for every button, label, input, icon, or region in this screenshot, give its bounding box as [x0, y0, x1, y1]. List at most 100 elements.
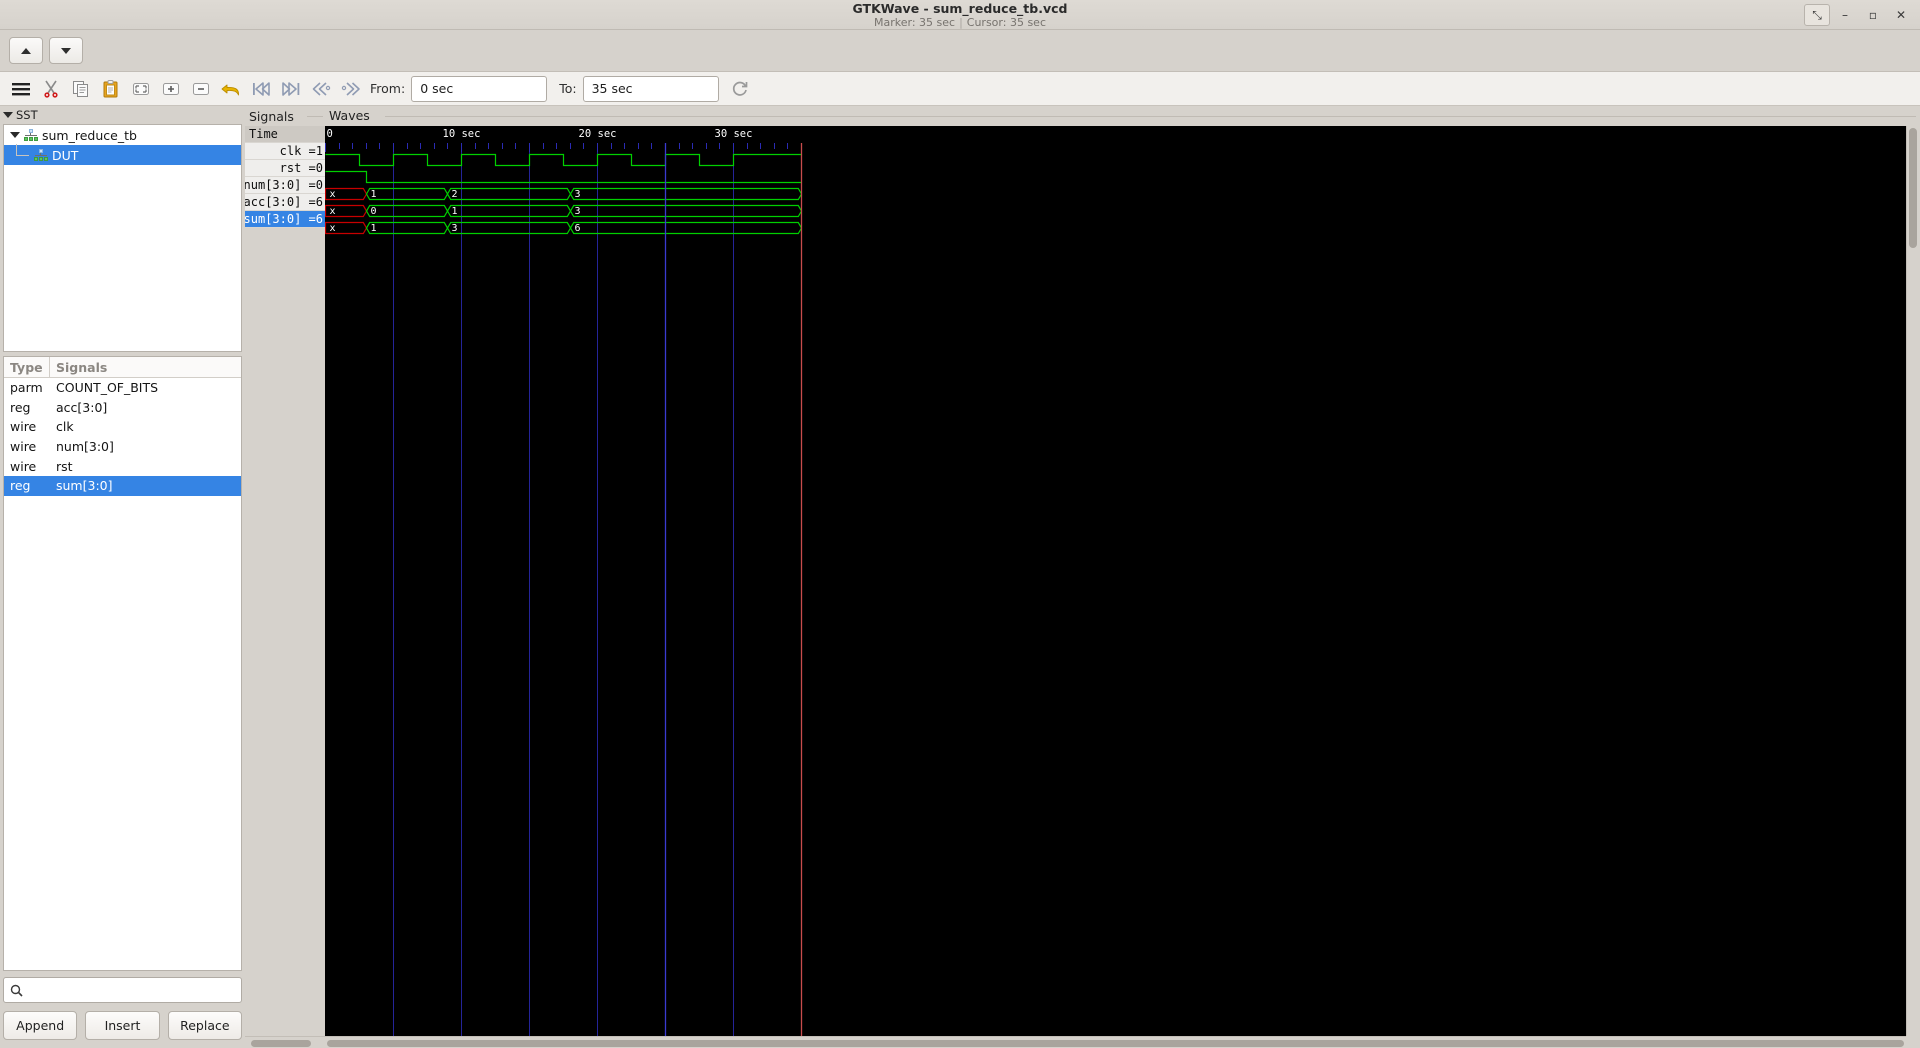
marker-cursor-status: Marker: 35 sec | Cursor: 35 sec — [874, 16, 1046, 29]
svg-text:3: 3 — [452, 223, 458, 234]
scroll-up-button[interactable] — [9, 37, 43, 64]
svg-text:2: 2 — [452, 189, 458, 200]
reload-icon[interactable] — [725, 74, 755, 104]
wave-canvas-container[interactable]: 0 10 sec 20 sec 30 sec x 1 2 3 x 0 1 3 x 1 3 6 — [324, 125, 1918, 1037]
undo-icon[interactable] — [216, 74, 246, 104]
goto-start-icon[interactable] — [246, 74, 276, 104]
search-area — [0, 971, 245, 1003]
svg-text:20 sec: 20 sec — [579, 128, 617, 140]
waves-vertical-scrollbar[interactable] — [1906, 125, 1918, 1037]
to-label: To: — [559, 81, 577, 96]
title-rule — [307, 116, 323, 117]
scrollbar-thumb[interactable] — [251, 1040, 311, 1047]
zoom-out-icon[interactable] — [186, 74, 216, 104]
svg-text:x: x — [330, 206, 336, 217]
svg-text:0: 0 — [327, 128, 333, 140]
scrollbar-thumb[interactable] — [1909, 127, 1917, 248]
close-icon[interactable]: ✕ — [1888, 4, 1914, 26]
goto-end-icon[interactable] — [276, 74, 306, 104]
table-row[interactable]: wire clk — [4, 417, 241, 437]
signal-name-rst[interactable]: rst =0 — [245, 160, 325, 177]
svg-text:30 sec: 30 sec — [715, 128, 753, 140]
table-row[interactable]: reg acc[3:0] — [4, 398, 241, 418]
module-icon — [24, 129, 38, 141]
sst-tree-item-sum_reduce_tb[interactable]: sum_reduce_tb — [4, 125, 241, 145]
signals-panel-title: Signals — [245, 106, 325, 126]
cell-type: wire — [10, 439, 37, 455]
from-time-input[interactable] — [411, 75, 548, 102]
window-controls: ⤡ – ▫ ✕ — [1804, 0, 1914, 30]
sst-tree[interactable]: sum_reduce_tb DUT — [3, 124, 242, 352]
sst-tree-item-label: sum_reduce_tb — [42, 127, 137, 143]
chevron-down-icon[interactable] — [10, 132, 20, 138]
signal-name-clk[interactable]: clk =1 — [245, 143, 325, 160]
cell-signal: clk — [56, 419, 74, 435]
signal-name-sum[interactable]: sum[3:0] =6 — [245, 211, 325, 228]
sst-header[interactable]: SST — [0, 106, 245, 124]
svg-text:1: 1 — [371, 189, 377, 200]
fullscreen-icon[interactable]: ⤡ — [1804, 4, 1830, 26]
table-row[interactable]: parm COUNT_OF_BITS — [4, 378, 241, 398]
cell-signal: sum[3:0] — [56, 478, 113, 494]
signals-panel: Signals Time clk =1 rst =0 num[3:0] =0 a… — [245, 106, 325, 1048]
waves-title-label: Waves — [329, 108, 370, 124]
cut-icon[interactable] — [36, 74, 66, 104]
scrollbar-thumb[interactable] — [327, 1040, 1904, 1048]
next-edge-icon[interactable] — [336, 74, 366, 104]
search-box[interactable] — [3, 977, 242, 1003]
minimize-icon[interactable]: – — [1832, 4, 1858, 26]
prev-edge-icon[interactable] — [306, 74, 336, 104]
cell-signal: rst — [56, 458, 73, 474]
scroll-down-button[interactable] — [49, 37, 83, 64]
waves-horizontal-scrollbar[interactable] — [325, 1036, 1906, 1048]
nav-arrow-row — [0, 30, 1920, 72]
insert-button[interactable]: Insert — [85, 1011, 160, 1040]
left-panel: SST sum_reduce_tb DUT Type Signals parm … — [0, 106, 245, 1048]
maximize-icon[interactable]: ▫ — [1860, 4, 1886, 26]
signal-table-header: Type Signals — [4, 357, 241, 378]
signals-horizontal-scrollbar[interactable] — [245, 1036, 325, 1048]
cell-type: reg — [10, 478, 31, 494]
svg-text:0: 0 — [371, 206, 377, 217]
main-toolbar: From: To: — [0, 72, 1920, 106]
module-icon — [34, 149, 48, 161]
signal-name-list: Time clk =1 rst =0 num[3:0] =0 acc[3:0] … — [245, 126, 325, 1036]
action-button-row: Append Insert Replace — [0, 1003, 245, 1048]
replace-button[interactable]: Replace — [167, 1011, 242, 1040]
table-row[interactable]: wire num[3:0] — [4, 437, 241, 457]
search-input[interactable] — [28, 983, 235, 997]
table-row[interactable]: wire rst — [4, 456, 241, 476]
to-time-input[interactable] — [582, 75, 719, 102]
column-header-signals: Signals — [56, 359, 108, 375]
signal-name-time: Time — [245, 126, 325, 143]
signal-type-table: Type Signals parm COUNT_OF_BITS reg acc[… — [3, 356, 242, 971]
cell-type: wire — [10, 419, 37, 435]
copy-icon[interactable] — [66, 74, 96, 104]
append-button[interactable]: Append — [3, 1011, 78, 1040]
marker-text: Marker: 35 sec — [873, 15, 956, 29]
status-separator: | — [959, 15, 963, 29]
cell-type: reg — [10, 399, 31, 415]
cursor-text: Cursor: 35 sec — [966, 15, 1046, 29]
table-row[interactable]: reg sum[3:0] — [4, 475, 241, 496]
svg-text:3: 3 — [575, 189, 581, 200]
search-icon — [10, 984, 23, 997]
signal-table-body: parm COUNT_OF_BITS reg acc[3:0] wire clk… — [4, 378, 241, 970]
menu-icon[interactable] — [6, 74, 36, 104]
gtkwave-window: GTKWave - sum_reduce_tb.vcd Marker: 35 s… — [0, 0, 1920, 1048]
svg-text:1: 1 — [371, 223, 377, 234]
zoom-in-icon[interactable] — [156, 74, 186, 104]
svg-text:3: 3 — [575, 206, 581, 217]
sst-header-label: SST — [16, 108, 38, 122]
waveform-canvas[interactable]: 0 10 sec 20 sec 30 sec x 1 2 3 x 0 1 3 x 1 3 6 — [324, 125, 1918, 1037]
signal-name-acc[interactable]: acc[3:0] =6 — [245, 194, 325, 211]
title-text-group: GTKWave - sum_reduce_tb.vcd Marker: 35 s… — [0, 0, 1920, 30]
title-rule — [385, 116, 1916, 117]
svg-text:x: x — [330, 189, 336, 200]
svg-text:6: 6 — [575, 223, 581, 234]
waves-panel-title: Waves — [325, 106, 1920, 126]
zoom-fit-icon[interactable] — [126, 74, 156, 104]
paste-icon[interactable] — [96, 74, 126, 104]
sst-tree-item-dut[interactable]: DUT — [4, 144, 241, 165]
signal-name-num[interactable]: num[3:0] =0 — [245, 177, 325, 194]
